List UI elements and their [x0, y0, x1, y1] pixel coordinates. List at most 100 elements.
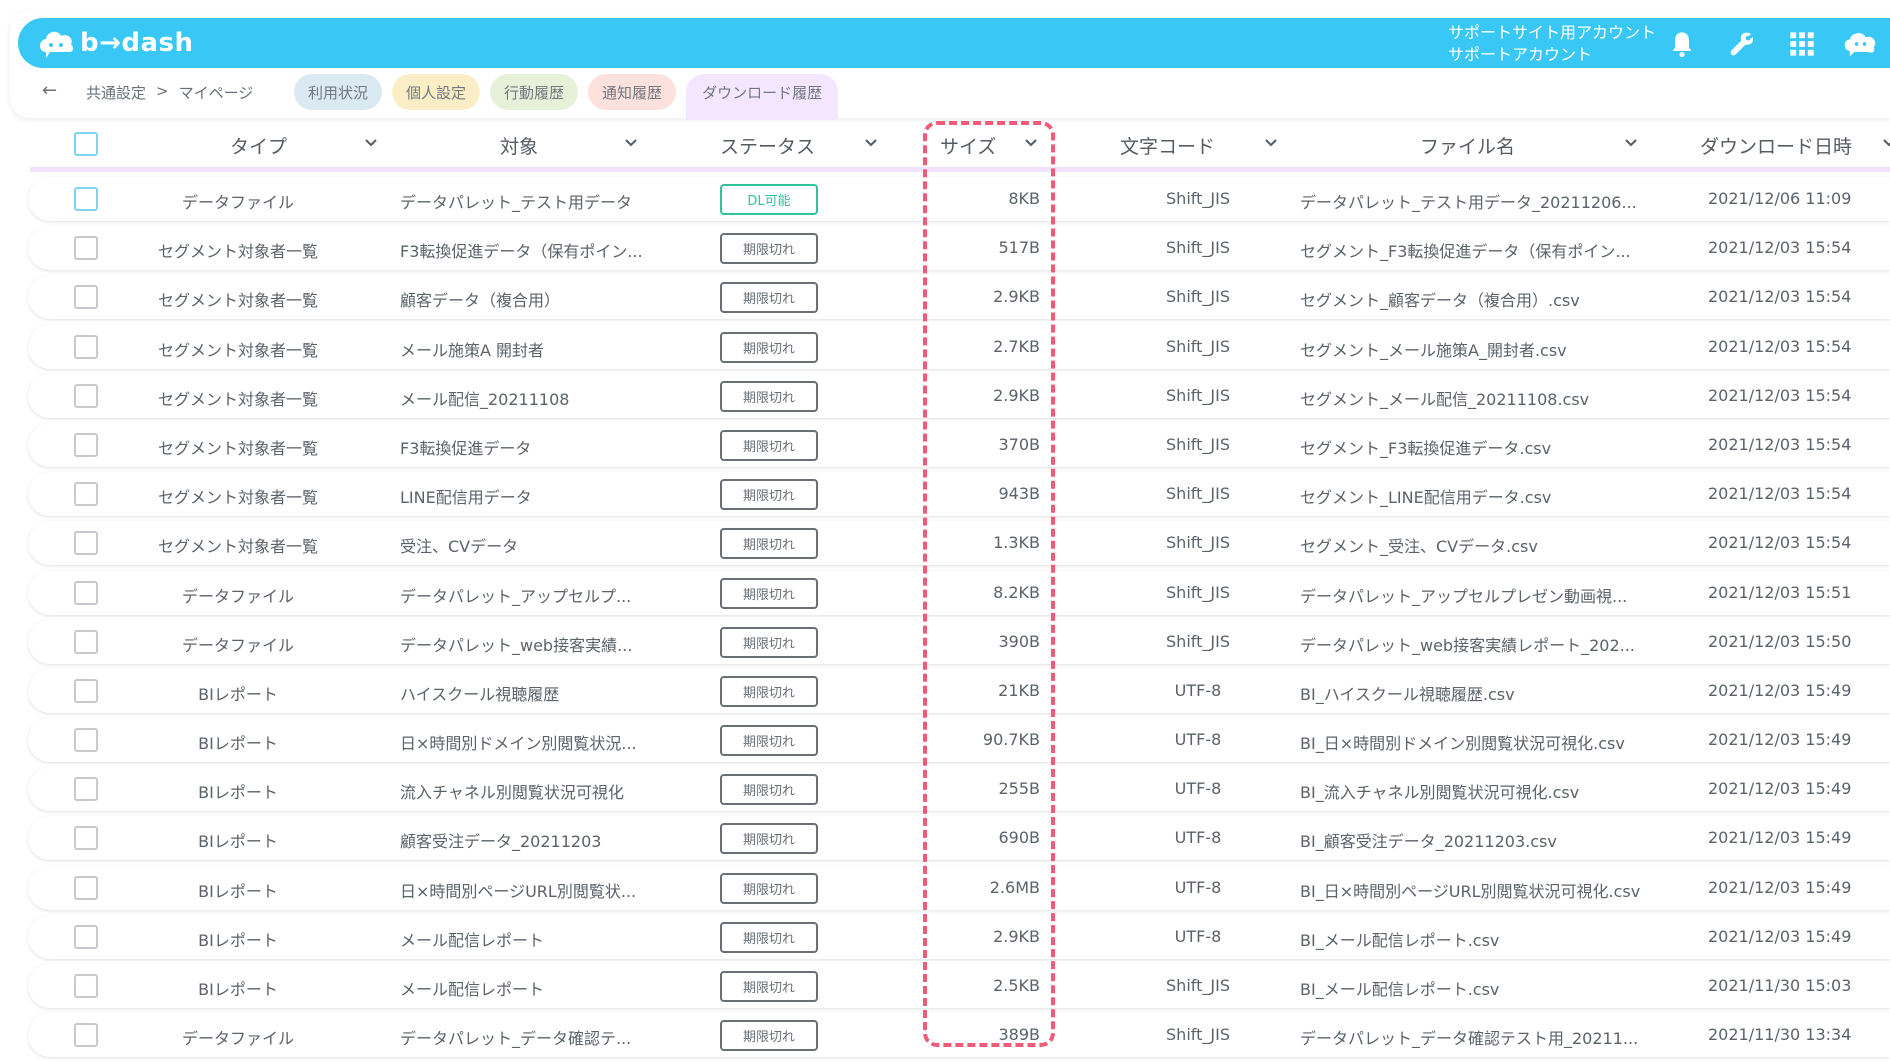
status-badge[interactable]: DL可能	[720, 184, 818, 215]
cell-size: 517B	[998, 238, 1040, 258]
chevron-down-icon[interactable]	[1264, 136, 1278, 150]
chevron-down-icon[interactable]	[364, 136, 378, 150]
row-checkbox[interactable]	[74, 187, 98, 211]
row-checkbox[interactable]	[74, 285, 98, 310]
chevron-down-icon[interactable]	[1024, 136, 1038, 150]
logo-text: b→dash	[80, 28, 194, 58]
cell-encoding: Shift_JIS	[1166, 582, 1230, 602]
cell-target: F3転換促進データ	[400, 438, 532, 458]
download-history-table: データファイル データパレット_テスト用データ DL可能 8KB Shift_J…	[28, 177, 1890, 1062]
row-checkbox[interactable]	[74, 826, 98, 851]
table-row[interactable]: データファイル データパレット_web接客実績... 期限切れ 390B Shi…	[28, 619, 1890, 664]
table-row[interactable]: BIレポート 顧客受注データ_20211203 期限切れ 690B UTF-8 …	[28, 816, 1890, 861]
back-arrow-icon[interactable]: ←	[42, 80, 57, 101]
table-row[interactable]: セグメント対象者一覧 F3転換促進データ（保有ポイン... 期限切れ 517B …	[28, 226, 1890, 271]
cell-size: 389B	[998, 1025, 1040, 1045]
table-row[interactable]: セグメント対象者一覧 LINE配信用データ 期限切れ 943B Shift_JI…	[28, 472, 1890, 517]
cell-size: 8.2KB	[993, 582, 1040, 602]
column-header-datetime[interactable]: ダウンロード日時	[1700, 132, 1852, 159]
table-row[interactable]: BIレポート 日×時間別ドメイン別閲覧状況... 期限切れ 90.7KB UTF…	[28, 718, 1890, 763]
column-header-type[interactable]: タイプ	[230, 132, 287, 159]
row-checkbox[interactable]	[74, 777, 98, 802]
logo[interactable]: b→dash	[36, 26, 194, 60]
support-chat-icon[interactable]	[1843, 30, 1877, 58]
row-checkbox[interactable]	[74, 678, 98, 703]
cell-type: セグメント対象者一覧	[157, 291, 318, 311]
table-row[interactable]: セグメント対象者一覧 F3転換促進データ 期限切れ 370B Shift_JIS…	[28, 422, 1890, 467]
cell-type: BIレポート	[198, 980, 278, 999]
wrench-icon[interactable]	[1728, 30, 1756, 58]
cell-size: 1.3KB	[993, 533, 1040, 553]
select-all-checkbox[interactable]	[74, 132, 98, 156]
table-row[interactable]: セグメント対象者一覧 顧客データ（複合用） 期限切れ 2.9KB Shift_J…	[28, 275, 1890, 320]
tab-download-history[interactable]: ダウンロード履歴	[686, 74, 839, 120]
row-checkbox[interactable]	[74, 236, 98, 261]
cell-filename: データパレット_web接客実績レポート_202...	[1300, 635, 1635, 655]
table-row[interactable]: BIレポート ハイスクール視聴履歴 期限切れ 21KB UTF-8 BI_ハイス…	[28, 668, 1890, 713]
breadcrumb-root[interactable]: 共通設定	[86, 82, 146, 103]
row-checkbox[interactable]	[74, 383, 98, 408]
status-badge: 期限切れ	[720, 774, 818, 806]
cell-size: 370B	[998, 434, 1040, 454]
row-checkbox[interactable]	[74, 580, 98, 605]
cell-encoding: Shift_JIS	[1166, 287, 1230, 307]
table-row[interactable]: BIレポート メール配信レポート 期限切れ 2.5KB Shift_JIS BI…	[28, 964, 1890, 1008]
breadcrumb-separator: >	[156, 82, 169, 100]
column-header-status[interactable]: ステータス	[720, 132, 815, 159]
status-badge: 期限切れ	[720, 331, 818, 363]
account-info[interactable]: サポートサイト用アカウント サポートアカウント	[1448, 22, 1656, 66]
cell-type: BIレポート	[198, 930, 278, 950]
table-row[interactable]: セグメント対象者一覧 メール配信_20211108 期限切れ 2.9KB Shi…	[28, 373, 1890, 418]
table-row[interactable]: データファイル データパレット_アップセルプ... 期限切れ 8.2KB Shi…	[28, 570, 1890, 615]
column-header-encoding[interactable]: 文字コード	[1120, 132, 1215, 159]
row-checkbox[interactable]	[74, 334, 98, 359]
tab-usage[interactable]: 利用状況	[294, 74, 383, 110]
cell-size: 690B	[998, 828, 1040, 848]
tab-notification-history[interactable]: 通知履歴	[588, 74, 677, 110]
grid-icon[interactable]	[1788, 30, 1816, 58]
cell-filename: セグメント_顧客データ（複合用）.csv	[1300, 291, 1580, 311]
cell-size: 90.7KB	[982, 730, 1040, 750]
cell-encoding: Shift_JIS	[1166, 976, 1230, 995]
row-checkbox[interactable]	[74, 1023, 98, 1048]
row-checkbox[interactable]	[74, 629, 98, 654]
row-checkbox[interactable]	[74, 924, 98, 949]
column-header-target[interactable]: 対象	[500, 132, 538, 159]
account-name: サポートサイト用アカウント	[1448, 23, 1657, 42]
cell-size: 255B	[998, 779, 1040, 799]
cell-target: データパレット_データ確認テ...	[400, 1029, 632, 1049]
row-checkbox[interactable]	[74, 531, 98, 556]
tab-personal-settings[interactable]: 個人設定	[392, 74, 481, 110]
status-badge: 期限切れ	[720, 1020, 818, 1052]
table-row[interactable]: BIレポート メール配信レポート 期限切れ 2.9KB UTF-8 BI_メール…	[28, 914, 1890, 959]
table-row[interactable]: データファイル データパレット_データ確認テ... 期限切れ 389B Shif…	[28, 1013, 1890, 1058]
status-badge: 期限切れ	[720, 725, 818, 757]
chevron-down-icon[interactable]	[1624, 136, 1638, 150]
cell-datetime: 2021/11/30 13:34	[1708, 1025, 1852, 1045]
table-row[interactable]: BIレポート 日×時間別ページURL別閲覧状... 期限切れ 2.6MB UTF…	[28, 865, 1890, 910]
cell-target: LINE配信用データ	[400, 488, 532, 508]
table-row[interactable]: BIレポート 流入チャネル別閲覧状況可視化 期限切れ 255B UTF-8 BI…	[28, 767, 1890, 812]
cell-encoding: UTF-8	[1174, 730, 1222, 750]
cell-type: BIレポート	[198, 832, 278, 852]
cell-type: データファイル	[181, 586, 294, 606]
row-checkbox[interactable]	[74, 482, 98, 507]
row-checkbox[interactable]	[74, 432, 98, 457]
tab-action-history[interactable]: 行動履歴	[490, 74, 579, 110]
cell-type: BIレポート	[198, 734, 278, 754]
chevron-down-icon[interactable]	[1882, 136, 1890, 150]
row-checkbox[interactable]	[74, 728, 98, 753]
cell-encoding: UTF-8	[1174, 877, 1222, 897]
status-badge: 期限切れ	[720, 626, 818, 658]
status-badge: 期限切れ	[720, 282, 818, 314]
bell-icon[interactable]	[1668, 30, 1696, 58]
table-row[interactable]: セグメント対象者一覧 受注、CVデータ 期限切れ 1.3KB Shift_JIS…	[28, 521, 1890, 566]
column-header-filename[interactable]: ファイル名	[1420, 132, 1515, 159]
row-checkbox[interactable]	[74, 875, 98, 900]
column-header-size[interactable]: サイズ	[940, 132, 996, 159]
table-row[interactable]: データファイル データパレット_テスト用データ DL可能 8KB Shift_J…	[28, 177, 1890, 221]
chevron-down-icon[interactable]	[864, 136, 878, 150]
row-checkbox[interactable]	[74, 974, 98, 998]
table-row[interactable]: セグメント対象者一覧 メール施策A 開封者 期限切れ 2.7KB Shift_J…	[28, 324, 1890, 369]
chevron-down-icon[interactable]	[624, 136, 638, 150]
